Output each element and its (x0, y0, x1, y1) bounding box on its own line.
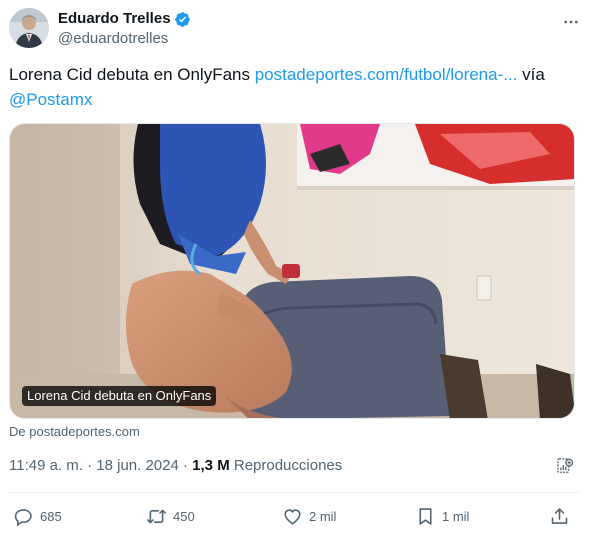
heart-icon (284, 508, 301, 525)
card-caption: Lorena Cid debuta en OnlyFans (22, 386, 217, 406)
tweet-text: Lorena Cid debuta en OnlyFans postadepor… (9, 62, 581, 112)
reply-count: 685 (40, 508, 62, 524)
bookmark-count: 1 mil (442, 508, 470, 524)
author-name-row: Eduardo Trelles (58, 10, 191, 28)
repost-count: 450 (173, 508, 195, 524)
card-source[interactable]: De postadeportes.com (9, 424, 140, 440)
analytics-icon[interactable] (555, 456, 575, 476)
link-card[interactable]: Lorena Cid debuta en OnlyFans (9, 123, 575, 419)
views-count: 1,3 M (192, 457, 230, 474)
avatar[interactable] (9, 8, 49, 48)
share-icon (551, 507, 568, 524)
author-handle[interactable]: @eduardotrelles (58, 30, 168, 48)
tweet-meta: 11:49 a. m. · 18 jun. 2024 · 1,3 M Repro… (9, 456, 581, 476)
reply-icon (14, 508, 32, 526)
like-count: 2 mil (309, 508, 337, 524)
more-options-icon[interactable] (561, 12, 581, 32)
views-label: Reproducciones (229, 457, 343, 474)
like-button[interactable]: 2 mil (282, 503, 336, 529)
repost-icon (146, 509, 167, 523)
action-bar: 685 450 2 mil 1 mil (9, 503, 581, 529)
timestamp[interactable]: 11:49 a. m. · 18 jun. 2024 · (9, 457, 192, 474)
tweet-text-middle: vía (517, 65, 545, 84)
divider (9, 492, 581, 493)
share-button[interactable] (549, 503, 576, 529)
card-image (10, 124, 574, 418)
tweet-header: Eduardo Trelles @eduardotrelles (9, 8, 581, 52)
verified-badge-icon (174, 11, 190, 27)
author-name[interactable]: Eduardo Trelles (58, 10, 171, 28)
bookmark-button[interactable]: 1 mil (415, 503, 469, 529)
reply-button[interactable]: 685 (13, 503, 62, 529)
repost-button[interactable]: 450 (146, 503, 195, 529)
mention-link[interactable]: @Postamx (9, 90, 92, 109)
bookmark-icon (419, 507, 432, 525)
tweet-text-prefix: Lorena Cid debuta en OnlyFans (9, 65, 255, 84)
article-link[interactable]: postadeportes.com/futbol/lorena-... (255, 65, 518, 84)
